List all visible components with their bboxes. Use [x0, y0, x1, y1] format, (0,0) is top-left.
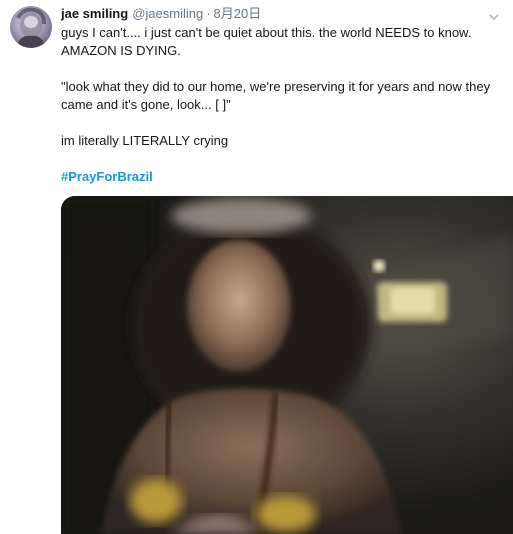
- tweet-line: AMAZON IS DYING.: [61, 43, 181, 58]
- display-name[interactable]: jae smiling: [61, 5, 128, 23]
- tweet-line: came and it's gone, look... [ ]": [61, 97, 231, 112]
- tweet-line: im literally LITERALLY crying: [61, 133, 229, 148]
- tweet-header: jae smiling @jaesmiling · 8月20日: [61, 5, 261, 23]
- tweet-text: guys I can't.... i just can't be quiet a…: [61, 24, 501, 186]
- hashtag-link[interactable]: #PrayForBrazil: [61, 169, 153, 184]
- video-frame: [61, 196, 513, 534]
- user-handle[interactable]: @jaesmiling: [132, 5, 203, 23]
- chevron-down-icon[interactable]: [489, 9, 499, 21]
- video-still[interactable]: [61, 196, 513, 534]
- tweet-date[interactable]: 8月20日: [214, 5, 262, 23]
- tweet-card: jae smiling @jaesmiling · 8月20日 guys I c…: [0, 0, 513, 534]
- hashtag-line: #PrayForBrazil: [61, 168, 501, 186]
- separator-dot: ·: [206, 6, 211, 21]
- avatar-image: [16, 7, 46, 48]
- tweet-line: guys I can't.... i just can't be quiet a…: [61, 25, 472, 40]
- tweet-line: "look what they did to our home, we're p…: [61, 79, 491, 94]
- avatar[interactable]: [10, 6, 52, 48]
